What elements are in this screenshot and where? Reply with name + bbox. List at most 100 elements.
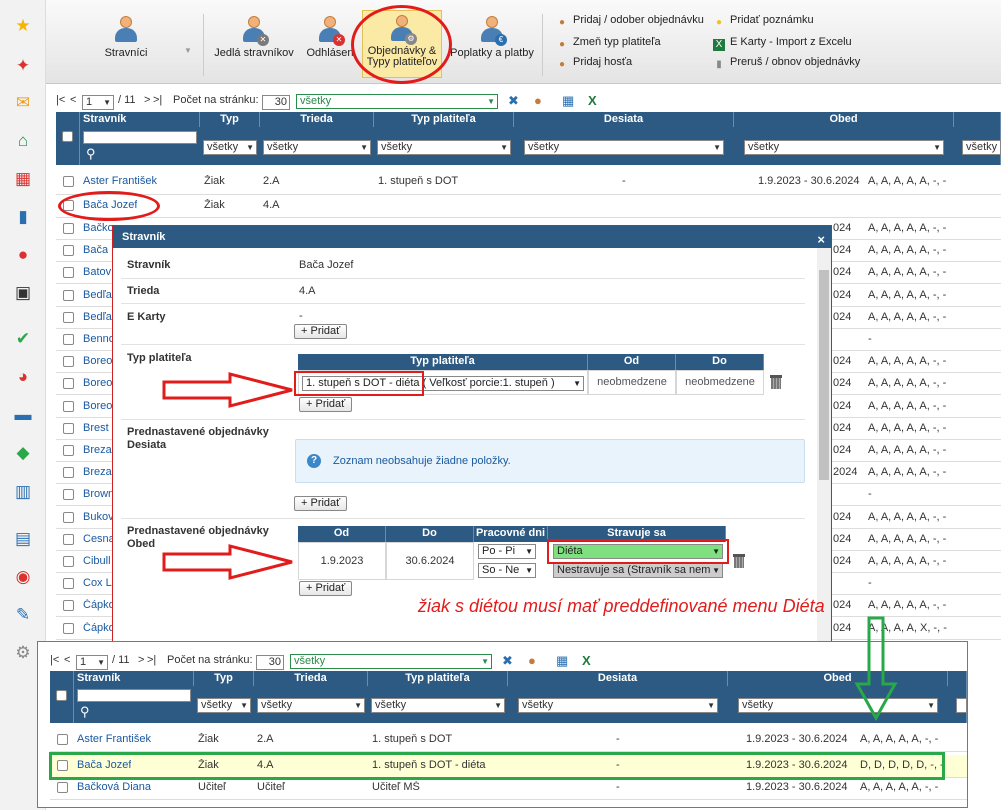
zmen-typ-link[interactable]: ● Zmeň typ platiteľa <box>556 36 661 51</box>
jedla-stravnikov-button[interactable]: ✕ Jedlá stravníkov <box>212 12 296 76</box>
select-all-checkbox[interactable] <box>56 690 67 701</box>
row-name-link[interactable]: Boreo <box>83 377 112 389</box>
user-column-icon[interactable]: ● <box>534 93 542 108</box>
row-checkbox[interactable] <box>63 356 74 368</box>
home-icon[interactable]: ⌂ <box>12 129 34 151</box>
pager-prev[interactable]: < <box>70 94 76 106</box>
excel-export-icon[interactable]: X <box>582 653 591 668</box>
desiata-filter[interactable]: všetky ▼ <box>524 140 724 155</box>
pager-first[interactable]: |< <box>56 94 65 106</box>
mail-icon[interactable]: ✉ <box>12 91 34 113</box>
table-row[interactable]: Aster František Žiak 2.A 1. stupeň s DOT… <box>56 171 1001 193</box>
col-platitel[interactable]: Typ platiteľa <box>374 112 514 127</box>
row-checkbox[interactable] <box>63 511 74 523</box>
row-checkbox[interactable] <box>63 467 74 479</box>
row-name-link[interactable]: Brown <box>83 488 114 500</box>
row-checkbox[interactable] <box>63 400 74 412</box>
briefcase-icon[interactable]: ▬ <box>12 403 34 425</box>
name-filter-input[interactable] <box>77 689 191 702</box>
pridaj-hosta-link[interactable]: ● Pridaj hosťa <box>556 56 632 71</box>
star-icon[interactable]: ★ <box>12 14 34 36</box>
row-name-link[interactable]: Aster František <box>83 175 157 187</box>
row-name-link[interactable]: Breza <box>83 444 112 456</box>
col-trieda[interactable]: Trieda <box>260 112 374 127</box>
row-checkbox[interactable] <box>63 378 74 390</box>
row-checkbox[interactable] <box>63 422 74 434</box>
row-name-link[interactable]: Bačko <box>83 222 114 234</box>
page-select[interactable]: 1 ▼ <box>82 95 114 110</box>
magic-wand-icon[interactable]: ✦ <box>12 54 34 76</box>
row-name-link[interactable]: Benno <box>83 333 115 345</box>
row-name-link[interactable]: Aster František <box>77 733 151 745</box>
pridaj-objednavku-link[interactable]: ● Pridaj / odober objednávku <box>556 14 704 29</box>
search-icon[interactable]: ⚲ <box>80 704 90 720</box>
shield-icon[interactable]: ◆ <box>12 441 34 463</box>
row-name-link[interactable]: Boreo <box>83 355 112 367</box>
row-checkbox[interactable] <box>63 289 74 301</box>
trash-icon[interactable] <box>770 375 782 389</box>
poplatky-button[interactable]: € Poplatky a platby <box>446 12 538 76</box>
desiata-add-button[interactable]: + Pridať <box>294 496 348 511</box>
row-name-link[interactable]: Cibull <box>83 555 111 567</box>
chat-icon[interactable]: ◉ <box>12 565 34 587</box>
user-column-icon[interactable]: ● <box>528 653 536 668</box>
row-name-link[interactable]: Bukov <box>83 511 114 523</box>
trash-icon[interactable] <box>733 554 745 568</box>
pager-last[interactable]: >| <box>153 94 162 106</box>
book-icon[interactable]: ▮ <box>12 205 34 227</box>
open-book-icon[interactable]: ▤ <box>12 527 34 549</box>
row-name-link[interactable]: Bača <box>83 244 108 256</box>
row-name-link[interactable]: Breza <box>83 466 112 478</box>
row-name-link[interactable]: Batov <box>83 266 111 278</box>
trieda-filter[interactable]: všetky ▼ <box>263 140 371 155</box>
columns-icon[interactable]: ▦ <box>562 93 574 109</box>
columns-icon[interactable]: ▦ <box>556 653 568 669</box>
row-name-link[interactable]: Brest <box>83 422 109 434</box>
pridat-poznamku-link[interactable]: ● Pridať poznámku <box>713 14 814 29</box>
row-name-link[interactable]: Čápko <box>83 599 115 611</box>
no-meal-select[interactable]: Nestravuje sa (Stravník sa nem ▼ <box>553 563 723 578</box>
pager-next[interactable]: > <box>144 94 150 106</box>
prerus-link[interactable]: ▮ Preruš / obnov objednávky <box>713 56 860 71</box>
filter-clear-icon[interactable]: ✖ <box>502 653 513 669</box>
payer-add-button[interactable]: + Pridať <box>299 397 353 412</box>
row-checkbox[interactable] <box>63 489 74 501</box>
gear-icon[interactable]: ⚙ <box>12 641 34 663</box>
stravnici-button[interactable]: Stravníci <box>86 12 166 76</box>
dialog-scrollbar[interactable] <box>817 248 831 644</box>
check-circle-icon[interactable]: ✔ <box>12 327 34 349</box>
select-all-checkbox[interactable] <box>62 131 73 142</box>
platitel-filter[interactable]: všetky ▼ <box>377 140 511 155</box>
table-row[interactable]: Bača Jozef Žiak 4.A <box>56 195 1001 217</box>
filter-clear-icon[interactable]: ✖ <box>508 93 519 109</box>
row-checkbox[interactable] <box>63 600 74 612</box>
chevron-down-icon[interactable]: ▼ <box>184 46 192 55</box>
row-checkbox[interactable] <box>63 176 74 187</box>
col-obed[interactable]: Obed <box>734 112 954 127</box>
row-checkbox[interactable] <box>63 334 74 345</box>
typ-filter[interactable]: všetky ▼ <box>203 140 257 155</box>
obed-filter[interactable]: všetky ▼ <box>744 140 944 155</box>
col-typ[interactable]: Typ <box>200 112 260 127</box>
row-checkbox[interactable] <box>63 267 74 279</box>
extra-filter[interactable]: všetky <box>962 140 1001 155</box>
row-checkbox[interactable] <box>63 245 74 257</box>
user-icon[interactable]: ● <box>12 243 34 265</box>
table-row[interactable]: Aster František Žiak 2.A 1. stupeň s DOT - 1.… <box>50 729 967 751</box>
ekarty-add-button[interactable]: + Pridať <box>294 324 348 339</box>
odhlasenia-button[interactable]: ✕ Odhlásen <box>302 12 358 76</box>
days-select-weekdays[interactable]: Po - Pi ▼ <box>478 544 536 559</box>
chart-pie-icon[interactable]: ◕ <box>12 365 34 387</box>
row-name-link[interactable]: Čápko <box>83 622 115 634</box>
calendar-icon[interactable]: ▣ <box>12 281 34 303</box>
row-checkbox[interactable] <box>63 622 74 634</box>
ekarty-import-link[interactable]: XE Karty - Import z Excelu <box>713 36 852 51</box>
days-select-weekend[interactable]: So - Ne ▼ <box>478 563 536 578</box>
row-checkbox[interactable] <box>63 311 74 323</box>
page-size-input[interactable]: 30 <box>262 95 290 110</box>
filter-select[interactable]: všetky ▼ <box>296 94 498 109</box>
col-stravnik[interactable]: Stravník <box>80 112 200 127</box>
row-checkbox[interactable] <box>57 782 68 793</box>
row-checkbox[interactable] <box>63 223 74 234</box>
excel-export-icon[interactable]: X <box>588 93 597 108</box>
